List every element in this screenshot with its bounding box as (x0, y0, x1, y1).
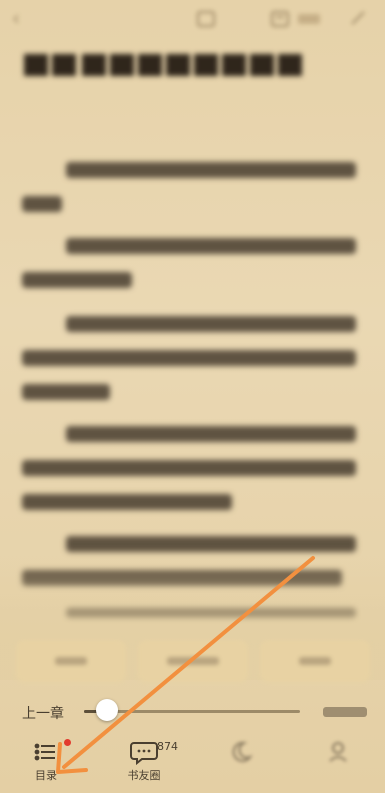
prev-chapter-button[interactable]: 上一章 (22, 703, 64, 723)
top-action-icon-2[interactable] (270, 10, 290, 28)
toc-button[interactable]: 目录 (14, 735, 78, 793)
book-friends-label: 书友圈 (127, 769, 161, 782)
headphones-icon (55, 657, 87, 665)
next-chapter-blur (323, 707, 367, 717)
more-icon[interactable] (348, 8, 368, 28)
reader-top-bar: ‹ (0, 0, 385, 40)
top-action-icon-1[interactable] (196, 10, 216, 28)
chapter-progress-row: 上一章 (0, 696, 385, 728)
blurred-text-lines (22, 162, 356, 618)
reading-button-blur (167, 657, 219, 665)
progress-slider-handle[interactable] (96, 699, 119, 721)
right-reading-button[interactable] (260, 640, 370, 682)
settings-icon (329, 742, 347, 762)
moon-icon (232, 741, 253, 762)
reading-mode-buttons (0, 630, 385, 690)
listen-button[interactable] (16, 640, 126, 682)
book-friends-count: 874 (157, 740, 178, 753)
book-friends-button[interactable]: 874 书友圈 (112, 735, 179, 793)
back-icon[interactable]: ‹ (12, 6, 20, 30)
top-action-text-block (298, 14, 320, 24)
reader-page: ‹ 上一章 目录 874 书友圈 (0, 0, 385, 793)
night-mode-button[interactable] (208, 735, 272, 793)
chapter-content (22, 150, 362, 624)
toc-label: 目录 (35, 769, 57, 782)
reading-button-blur-2 (299, 657, 331, 665)
chapter-title-blur (24, 54, 302, 76)
bottom-toolbar: 目录 874 书友圈 (0, 735, 385, 793)
middle-reading-button[interactable] (138, 640, 248, 682)
settings-button[interactable] (306, 735, 370, 793)
notification-dot (64, 739, 71, 746)
